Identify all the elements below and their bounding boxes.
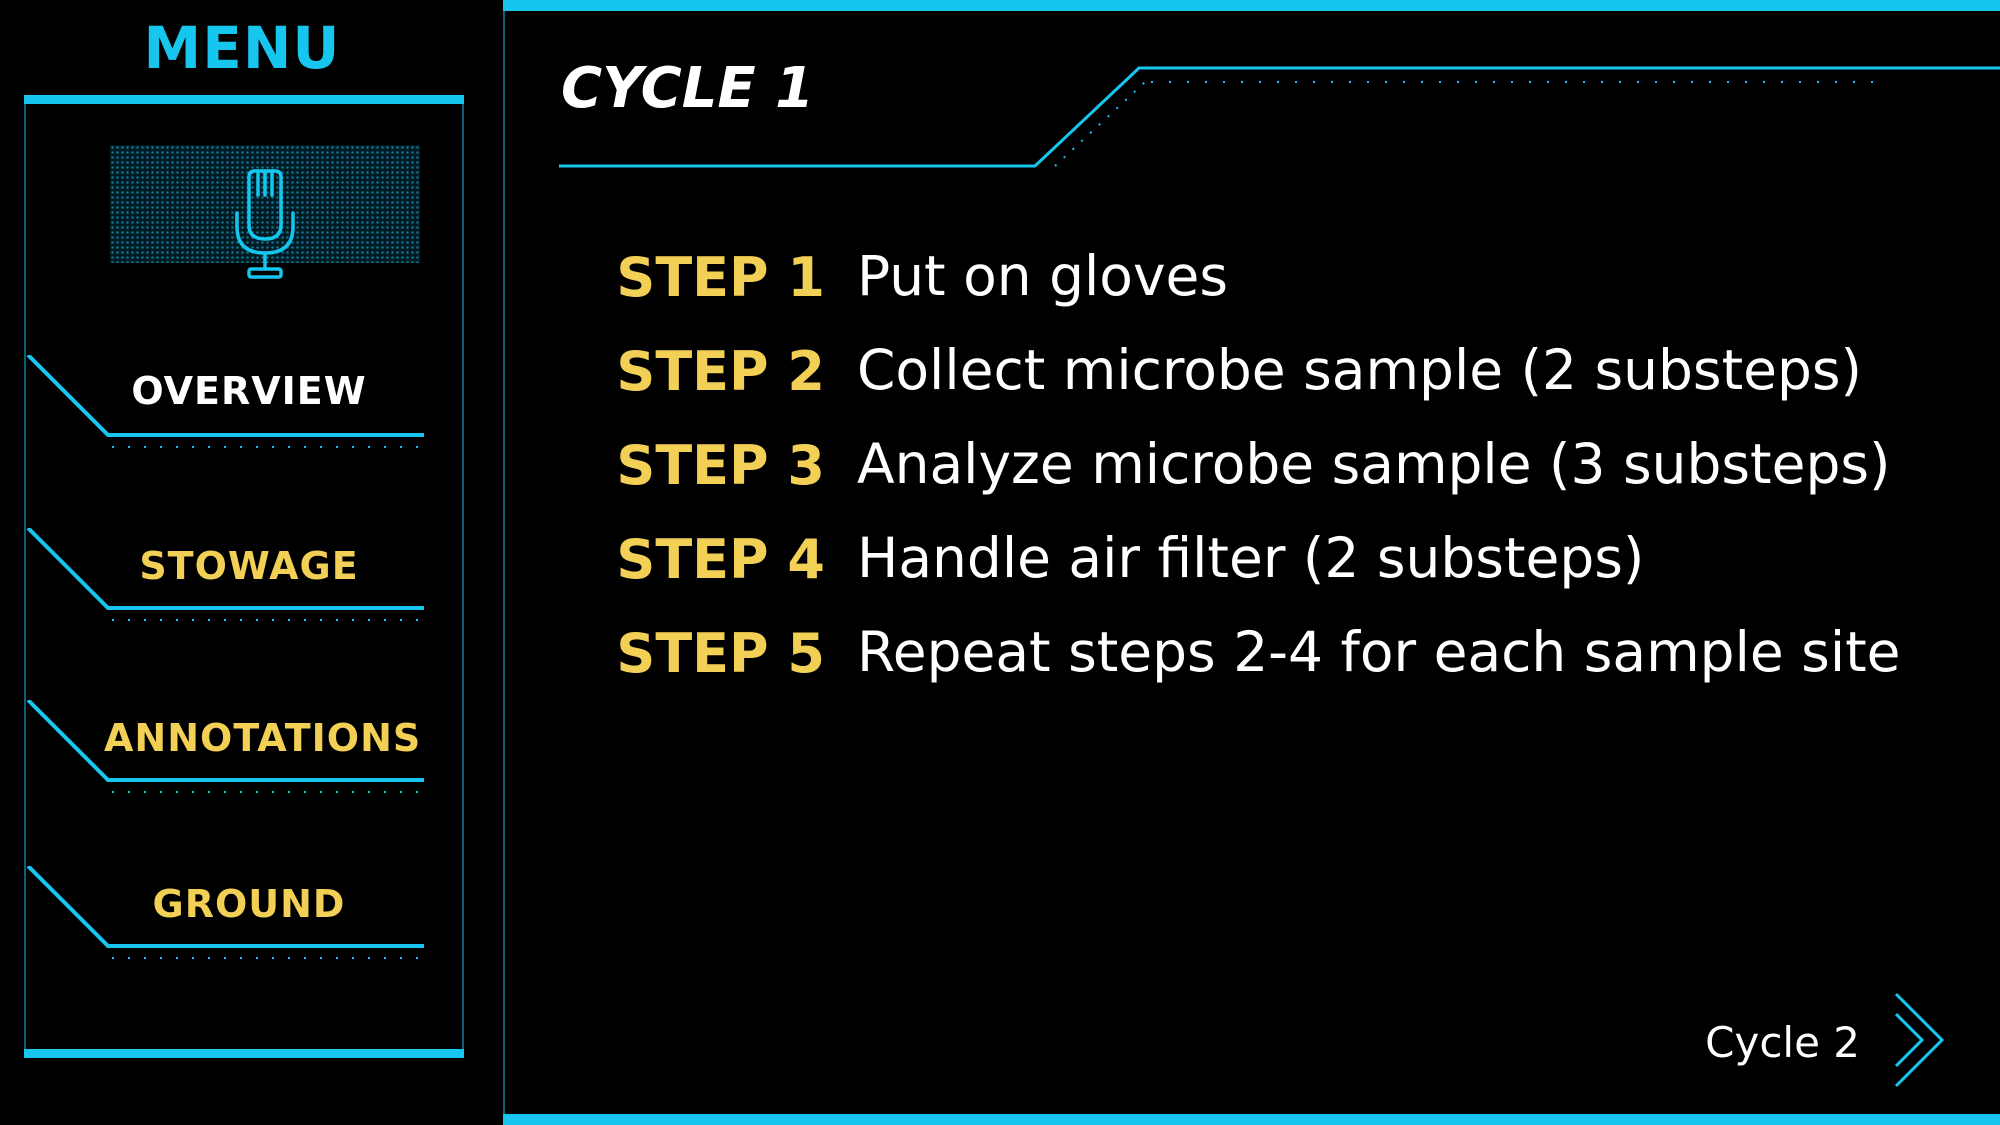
sidebar-menu: MENU OVERVIEW STOWAGE ANNOTATIONS GROUND bbox=[0, 0, 490, 1125]
page-title: CYCLE 1 bbox=[561, 56, 815, 121]
menu-top-bar bbox=[24, 95, 464, 104]
menu-item-stowage[interactable]: STOWAGE bbox=[24, 528, 424, 638]
menu-item-label: ANNOTATIONS bbox=[104, 716, 422, 760]
menu-item-ground[interactable]: GROUND bbox=[24, 866, 424, 976]
main-bottom-bar bbox=[503, 1114, 2000, 1125]
step-text: Analyze microbe sample (3 substeps) bbox=[857, 432, 1891, 496]
step-text: Repeat steps 2-4 for each sample site bbox=[857, 620, 1901, 684]
step-row: STEP 1 Put on gloves bbox=[560, 240, 1980, 334]
step-text: Put on gloves bbox=[857, 244, 1228, 308]
microphone-icon bbox=[235, 169, 295, 279]
step-row: STEP 3 Analyze microbe sample (3 substep… bbox=[560, 428, 1980, 522]
menu-item-overview[interactable]: OVERVIEW bbox=[24, 355, 424, 465]
step-row: STEP 5 Repeat steps 2-4 for each sample … bbox=[560, 616, 1980, 710]
double-chevron-right-icon bbox=[1894, 992, 1945, 1088]
next-cycle-button[interactable]: Cycle 2 bbox=[1700, 990, 1960, 1090]
step-label: STEP 3 bbox=[616, 434, 825, 497]
main-top-bar bbox=[503, 0, 2000, 11]
step-row: STEP 2 Collect microbe sample (2 substep… bbox=[560, 334, 1980, 428]
step-text: Handle air filter (2 substeps) bbox=[857, 526, 1645, 590]
menu-title: MENU bbox=[143, 14, 341, 82]
menu-bottom-bar bbox=[24, 1049, 464, 1058]
step-text: Collect microbe sample (2 substeps) bbox=[857, 338, 1863, 402]
next-cycle-label: Cycle 2 bbox=[1705, 1018, 1860, 1067]
menu-item-annotations[interactable]: ANNOTATIONS bbox=[24, 700, 424, 810]
step-label: STEP 5 bbox=[616, 622, 825, 685]
step-list: STEP 1 Put on gloves STEP 2 Collect micr… bbox=[560, 240, 1980, 710]
step-label: STEP 1 bbox=[616, 246, 825, 309]
step-label: STEP 4 bbox=[616, 528, 825, 591]
menu-item-label: GROUND bbox=[152, 882, 346, 926]
menu-item-label: STOWAGE bbox=[139, 544, 359, 588]
menu-item-label: OVERVIEW bbox=[131, 369, 367, 413]
step-row: STEP 4 Handle air filter (2 substeps) bbox=[560, 522, 1980, 616]
step-label: STEP 2 bbox=[616, 340, 825, 403]
